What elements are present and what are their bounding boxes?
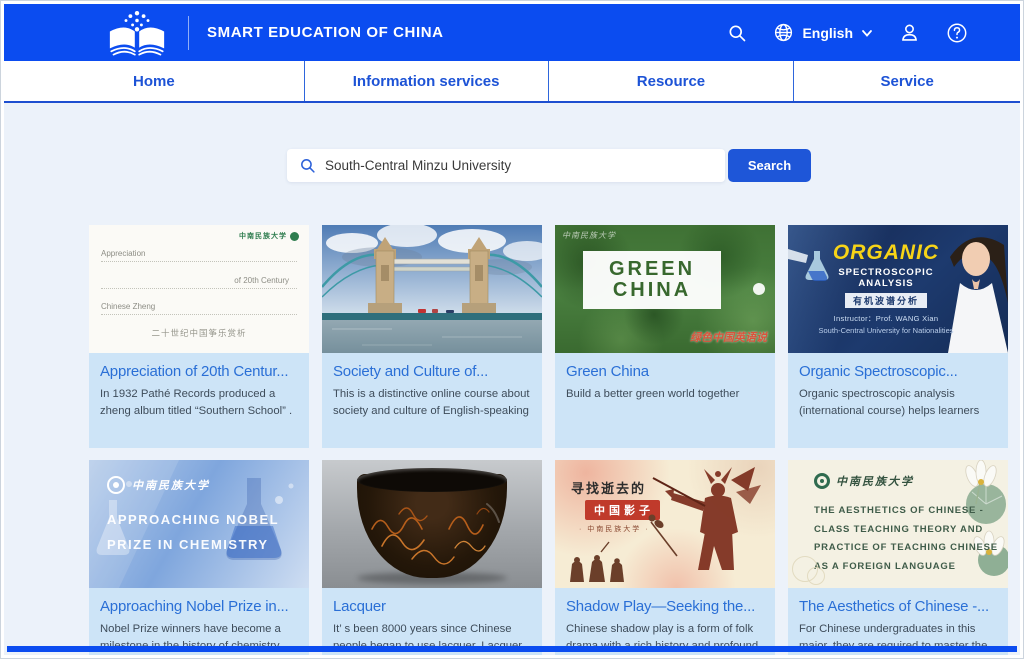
university-logo: 中南民族大学: [814, 473, 914, 489]
instructor-line: Instructor：Prof. WANG Xian: [816, 313, 956, 324]
organic-banner-image: ORGANIC SPECTROSCOPIC ANALYSIS 有机波谱分析 In…: [788, 225, 1008, 353]
zheng-album-image: 中南民族大学 Appreciation of 20th Century Chin…: [89, 225, 309, 353]
page-frame: SMART EDUCATION OF CHINA English: [0, 0, 1024, 659]
course-card-zheng[interactable]: 中南民族大学 Appreciation of 20th Century Chin…: [89, 225, 309, 448]
course-search-bar: Search: [287, 149, 811, 182]
album-line: Chinese Zheng: [101, 302, 297, 315]
top-header-bar: SMART EDUCATION OF CHINA English: [4, 4, 1020, 61]
nav-item-information-services[interactable]: Information services: [304, 61, 548, 101]
banner-subtitle: SPECTROSCOPIC ANALYSIS: [816, 267, 956, 289]
search-button[interactable]: Search: [728, 149, 811, 182]
search-input[interactable]: [325, 158, 713, 173]
course-card-aesthetics[interactable]: 中南民族大学 THE AESTHETICS OF CHINESE - CLASS…: [788, 460, 1008, 655]
university-seal-icon: [814, 473, 830, 489]
course-card-lacquer[interactable]: Lacquer It’ s been 8000 years since Chin…: [322, 460, 542, 655]
course-description: In 1932 Pathé Records produced a zheng a…: [100, 386, 298, 421]
banner-caption-zh: 绿色中国英语说: [690, 329, 767, 345]
course-title[interactable]: Approaching Nobel Prize in...: [100, 598, 298, 615]
course-card-society-culture[interactable]: Society and Culture of... This is a dist…: [322, 225, 542, 448]
search-input-icon: [299, 157, 316, 174]
smart-education-logo[interactable]: [104, 9, 170, 57]
school-line: South-Central University for Nationaliti…: [816, 326, 956, 335]
header-divider: [188, 16, 189, 50]
cloud-motif: [792, 556, 818, 582]
main-navigation: Home Information services Resource Servi…: [4, 61, 1020, 103]
album-caption-zh: 二十世纪中国筝乐赏析: [101, 327, 297, 339]
album-line: Appreciation: [101, 249, 297, 262]
banner-title: ORGANIC: [816, 241, 956, 265]
globe-icon: [773, 22, 794, 43]
course-title[interactable]: Lacquer: [333, 598, 531, 615]
course-card-organic[interactable]: ORGANIC SPECTROSCOPIC ANALYSIS 有机波谱分析 In…: [788, 225, 1008, 448]
site-title: SMART EDUCATION OF CHINA: [207, 24, 444, 41]
header-actions: English: [727, 22, 968, 44]
green-china-wordmark: GREEN CHINA: [583, 251, 721, 309]
university-seal-icon: [107, 476, 125, 494]
course-title[interactable]: Shadow Play—Seeking the...: [566, 598, 764, 615]
university-logo: 中南民族大学: [239, 231, 299, 241]
main-content: Search 中南民族大学 Appreciation of 20th Centu…: [4, 103, 1020, 655]
chevron-down-icon: [861, 27, 873, 39]
course-card-grid: 中南民族大学 Appreciation of 20th Century Chin…: [89, 225, 1020, 655]
shadow-puppet-art: [555, 460, 775, 588]
university-seal-icon: [290, 232, 299, 241]
course-description: Build a better green world together: [566, 386, 764, 403]
banner-caption: APPROACHING NOBEL PRIZE IN CHEMISTRY: [107, 508, 279, 557]
green-china-image: 中南民族大学 GREEN CHINA 绿色中国英语说: [555, 225, 775, 353]
course-card-shadow-play[interactable]: 寻找逝去的 中国影子 · 中南民族大学 ·: [555, 460, 775, 655]
user-icon[interactable]: [899, 22, 920, 43]
help-icon[interactable]: [946, 22, 968, 44]
university-logo: 中南民族大学: [107, 476, 210, 494]
language-selector[interactable]: English: [773, 22, 873, 43]
search-icon[interactable]: [727, 23, 747, 43]
nav-item-home[interactable]: Home: [4, 61, 304, 101]
nav-item-resource[interactable]: Resource: [548, 61, 794, 101]
university-watermark: 中南民族大学: [562, 230, 616, 241]
search-input-box: [287, 149, 725, 182]
open-book-logo-icon: [104, 9, 170, 57]
aesthetics-banner-image: 中南民族大学 THE AESTHETICS OF CHINESE - CLASS…: [788, 460, 1008, 588]
banner-title-lines: THE AESTHETICS OF CHINESE - CLASS TEACHI…: [814, 502, 998, 576]
language-label: English: [802, 25, 853, 41]
course-title[interactable]: Society and Culture of...: [333, 363, 531, 380]
course-title[interactable]: Green China: [566, 363, 764, 380]
course-title[interactable]: Appreciation of 20th Centur...: [100, 363, 298, 380]
course-title[interactable]: Organic Spectroscopic...: [799, 363, 997, 380]
nav-item-service[interactable]: Service: [793, 61, 1020, 101]
banner-subtitle-zh: 有机波谱分析: [845, 293, 927, 308]
slider-dot: [753, 283, 765, 295]
course-title[interactable]: The Aesthetics of Chinese -...: [799, 598, 997, 615]
tower-bridge-image: [322, 225, 542, 353]
course-card-green-china[interactable]: 中南民族大学 GREEN CHINA 绿色中国英语说 Green China B…: [555, 225, 775, 448]
shadow-play-image: 寻找逝去的 中国影子 · 中南民族大学 ·: [555, 460, 775, 588]
course-description: Organic spectroscopic analysis (internat…: [799, 386, 997, 421]
album-line: of 20th Century: [101, 276, 297, 289]
lacquer-bowl-image: [322, 460, 542, 588]
course-card-nobel[interactable]: 中南民族大学 APPROACHING NOBEL PRIZE IN CHEMIS…: [89, 460, 309, 655]
nobel-banner-image: 中南民族大学 APPROACHING NOBEL PRIZE IN CHEMIS…: [89, 460, 309, 588]
course-description: This is a distinctive online course abou…: [333, 386, 531, 421]
footer-bar: [7, 646, 1017, 652]
